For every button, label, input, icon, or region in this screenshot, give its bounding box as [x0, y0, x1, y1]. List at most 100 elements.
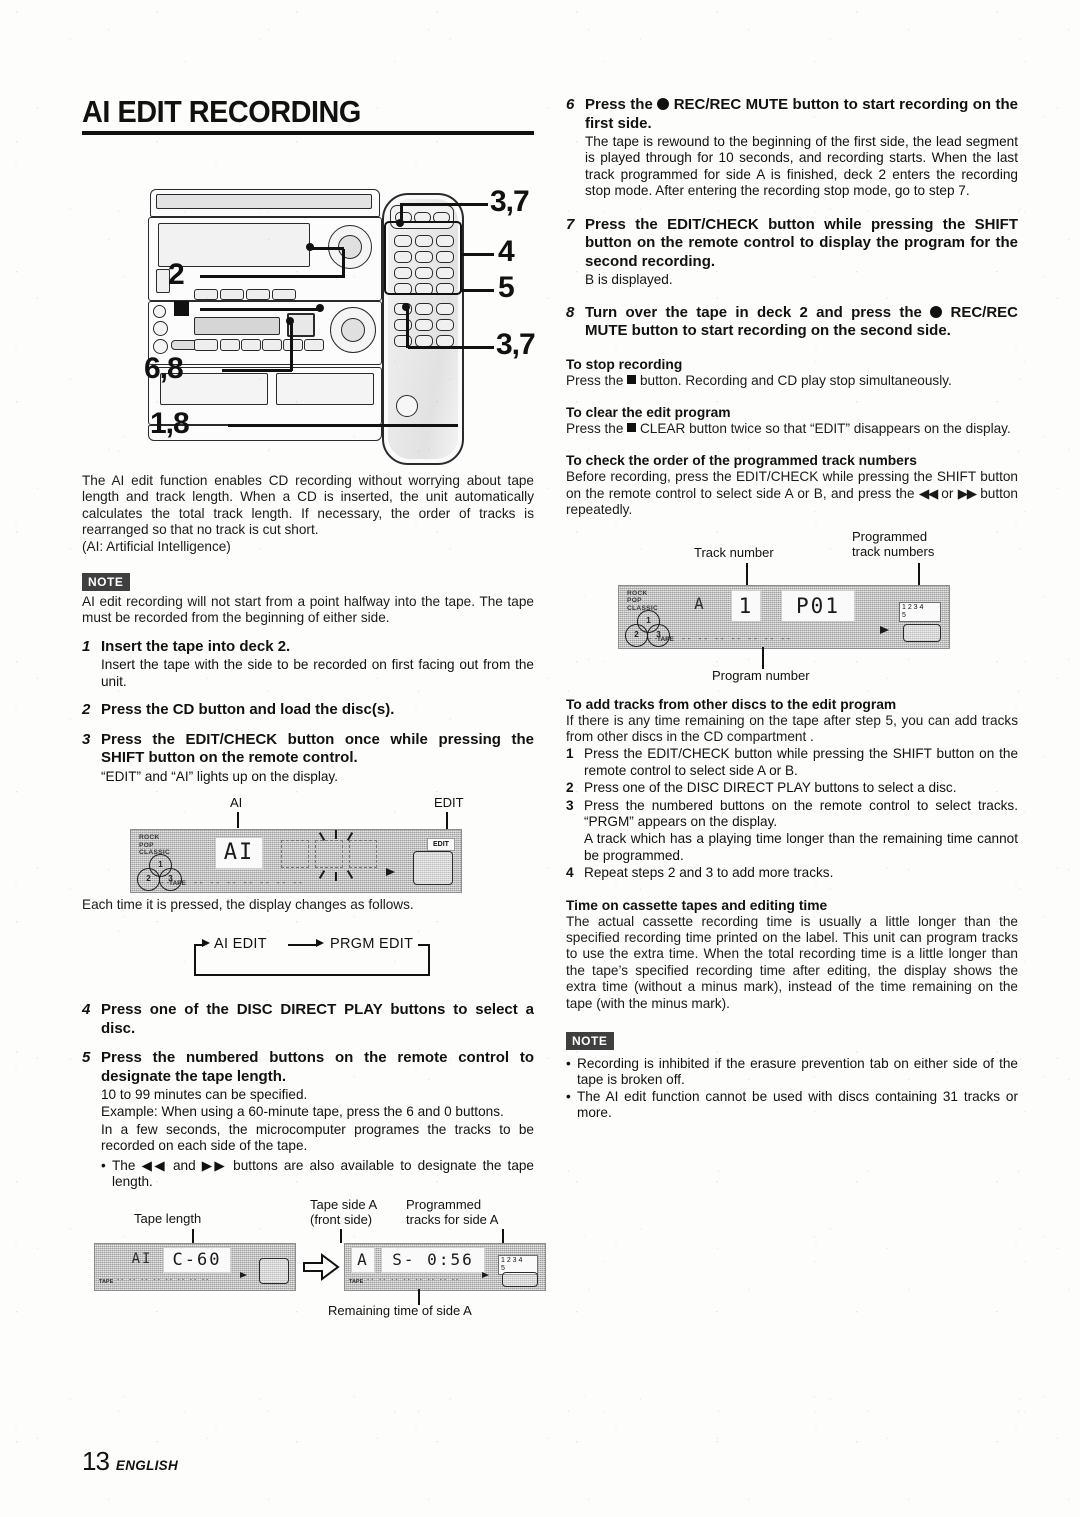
lcd1-track-dashes: -- -- -- -- -- -- -- -- -- [161, 878, 305, 887]
figure3-label-track-number: Track number [694, 544, 774, 560]
figure2-label-tape-side-line2: (front side) [310, 1211, 373, 1227]
add-tracks-item-3-number: 3 [566, 797, 574, 813]
display-change-caption: Each time it is pressed, the display cha… [82, 897, 414, 913]
stop-recording-post: button. Recording and CD play stop simul… [639, 372, 952, 388]
lcd2l-tape-label: TAPE [99, 1278, 114, 1285]
figure3-label-programmed-line1: Programmed [852, 528, 928, 544]
add-tracks-item-4: 4 Repeat steps 2 and 3 to add more track… [566, 865, 1018, 881]
callout-6-8: 6,8 [144, 352, 184, 385]
intro-abbreviation: (AI: Artificial Intelligence) [82, 538, 231, 554]
lcd3-mode-labels: ROCK POP CLASSIC [627, 589, 659, 612]
add-tracks-item-3: 3 Press the numbered buttons on the remo… [566, 798, 1018, 831]
section-text-clear-program: Press the CLEAR button twice so that “ED… [566, 421, 1018, 437]
figure1-label-edit: EDIT [434, 795, 464, 811]
display-figure-1: AI EDIT ROCK POP CLASSIC 1 2 3 AI EDIT T… [82, 795, 534, 921]
left-column: AI EDIT RECORDING 2 6,8 1,8 3,7 4 5 3,7 … [82, 94, 546, 1318]
lcd1-flashing-segments [281, 830, 391, 882]
section-heading-add-tracks: To add tracks from other discs to the ed… [566, 696, 897, 712]
lcd2r-tape-label: TAPE [349, 1278, 364, 1285]
rewind-icon [919, 486, 937, 501]
lcd3-track-numbers: 1 2 3 4 5 [899, 601, 941, 622]
add-tracks-item-2: 2 Press one of the DISC DIRECT PLAY butt… [566, 780, 1018, 796]
lcd3-edit-box [903, 623, 941, 642]
lcd3-program-value: P01 [781, 589, 855, 622]
lcd2l-edit-box [259, 1257, 289, 1284]
clear-program-post: CLEAR button twice so that “EDIT” disapp… [639, 420, 1011, 436]
flow-diagram: AI EDIT PRGM EDIT [82, 928, 534, 990]
lcd2l-prefix: AI [131, 1250, 153, 1267]
note-top-text: AI edit recording will not start from a … [82, 594, 534, 626]
step-5-heading: Press the numbered buttons on the remote… [101, 1049, 534, 1085]
section-text-check-order: Before recording, press the EDIT/CHECK w… [566, 469, 1018, 518]
add-tracks-item-1: 1 Press the EDIT/CHECK button while pres… [566, 746, 1018, 779]
page-title: AI EDIT RECORDING [82, 94, 361, 129]
note-badge-bottom: NOTE [566, 1032, 615, 1051]
step-4: 4 Press one of the DISC DIRECT PLAY butt… [82, 1001, 534, 1038]
lcd2r-edit-box [502, 1271, 538, 1287]
step-6-heading: Press the REC/REC MUTE button to start r… [585, 96, 1018, 133]
section-heading-clear-program: To clear the edit program [566, 404, 731, 420]
note-badge-top: NOTE [82, 573, 131, 592]
footer-language: ENGLISH [115, 1458, 179, 1473]
step-4-heading: Press one of the DISC DIRECT PLAY button… [101, 1001, 534, 1037]
step-7-heading: Press the EDIT/CHECK button while pressi… [585, 215, 1018, 270]
step-8: 8 Turn over the tape in deck 2 and press… [566, 304, 1018, 341]
page-footer: 13 ENGLISH [82, 1446, 178, 1477]
record-dot-icon [657, 98, 670, 110]
lcd2l-track-dashes: -- -- -- -- -- -- -- -- [117, 1275, 211, 1283]
add-tracks-list: 1 Press the EDIT/CHECK button while pres… [566, 746, 1018, 881]
callout-1-8: 1,8 [150, 407, 190, 440]
lcd-panel-2-right: A S- 0:56 1 2 3 4 5 TAPE -- -- -- -- -- … [344, 1242, 546, 1291]
lcd-panel-2-left: AI C-60 TAPE -- -- -- -- -- -- -- -- [94, 1242, 296, 1291]
figure2-label-programmed-line1: Programmed [406, 1196, 482, 1212]
callout-3-7-bottom: 3,7 [496, 328, 536, 361]
add-tracks-intro: If there is any time remaining on the ta… [566, 712, 1018, 744]
step-8-heading: Turn over the tape in deck 2 and press t… [585, 304, 1018, 341]
step-7-number: 7 [566, 215, 575, 233]
step-5-bullet-1: The ◀◀ and ▶▶ buttons are also available… [101, 1158, 534, 1191]
flow-item-ai-edit: AI EDIT [214, 936, 267, 953]
step-7: 7 Press the EDIT/CHECK button while pres… [566, 216, 1018, 289]
step-5: 5 Press the numbered buttons on the remo… [82, 1049, 534, 1190]
add-tracks-item-1-number: 1 [566, 746, 574, 762]
step-5-text-1: 10 to 99 minutes can be specified. [101, 1087, 308, 1103]
step-3-number: 3 [82, 730, 91, 748]
figure1-label-ai: AI [230, 795, 243, 811]
manual-page: AI EDIT RECORDING 2 6,8 1,8 3,7 4 5 3,7 … [0, 0, 1080, 1517]
step-6-text: The tape is rewound to the beginning of … [585, 134, 1018, 199]
lcd2r-prefix: A [351, 1246, 375, 1273]
step-4-number: 4 [82, 1001, 91, 1019]
lcd1-segment-ai: AI [215, 837, 263, 870]
lcd2r-track-numbers-line1: 1 2 3 4 [501, 1256, 523, 1264]
stop-recording-pre: Press the [566, 372, 624, 388]
footer-page-number: 13 [82, 1446, 110, 1476]
step-5-text-2: Example: When using a 60-minute tape, pr… [101, 1104, 504, 1120]
callout-stop-square [174, 301, 189, 316]
lcd2r-segment: S- 0:56 [381, 1246, 485, 1273]
add-tracks-item-2-text: Press one of the DISC DIRECT PLAY button… [584, 780, 957, 796]
step-1-heading: Insert the tape into deck 2. [101, 637, 291, 655]
display-figure-3: Track number Programmed track numbers RO… [566, 527, 1018, 693]
step-1-number: 1 [82, 637, 91, 655]
section-heading-editing-time: Time on cassette tapes and editing time [566, 897, 828, 913]
note-bottom-bullets: Recording is inhibited if the erasure pr… [566, 1056, 1018, 1122]
add-tracks-item-4-text: Repeat steps 2 and 3 to add more tracks. [584, 865, 834, 881]
callout-2: 2 [168, 258, 185, 291]
title-divider [82, 131, 534, 135]
step-2-number: 2 [82, 701, 91, 719]
clear-program-pre: Press the [566, 420, 624, 436]
step-1: 1 Insert the tape into deck 2. Insert th… [82, 638, 534, 690]
figure3-label-programmed-line2: track numbers [852, 543, 935, 559]
add-tracks-item-3-text: Press the numbered buttons on the remote… [584, 797, 1018, 829]
product-illustration: 2 6,8 1,8 3,7 4 5 3,7 [82, 141, 536, 471]
callout-5: 5 [498, 271, 515, 304]
figure2-flow-arrow [303, 1252, 340, 1281]
lcd3-track-dashes: -- -- -- -- -- -- -- -- -- [649, 633, 793, 642]
figure2-label-tape-length: Tape length [134, 1210, 202, 1226]
fast-forward-icon [958, 486, 976, 501]
record-dot-icon [930, 305, 943, 318]
right-column: 6 Press the REC/REC MUTE button to start… [566, 96, 1018, 1122]
step-5-number: 5 [82, 1049, 91, 1067]
note-bottom-bullet-2: The AI edit function cannot be used with… [566, 1089, 1018, 1122]
callout-4: 4 [498, 235, 515, 268]
